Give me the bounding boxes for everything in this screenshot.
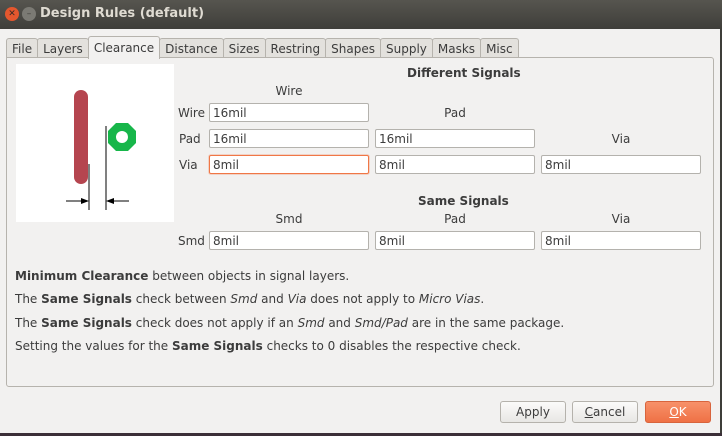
info-text: and [324,316,355,330]
col-header-pad: Pad [444,106,466,120]
info-text: Setting the values for the [15,339,172,353]
tab-supply[interactable]: Supply [379,38,433,59]
tab-restring[interactable]: Restring [264,38,327,59]
info-text: between objects in signal layers. [148,269,350,283]
ok-button[interactable]: OK [645,401,711,423]
info-text: checks to 0 disables the respective chec… [262,339,521,353]
via-shape [108,123,136,151]
clearance-diagram-icon [66,90,136,210]
info-text: The [15,316,42,330]
tab-distance[interactable]: Distance [159,38,224,59]
info-text: and [257,292,288,306]
tab-shapes[interactable]: Shapes [325,38,381,59]
tab-clearance[interactable]: Clearance [87,36,161,59]
row-label-pad: Pad [179,132,201,146]
different-signals-title: Different Signals [407,66,521,80]
info-italic: Smd [297,316,325,330]
col-header-wire: Wire [275,84,303,98]
same-signals-title: Same Signals [418,194,509,208]
tab-masks[interactable]: Masks [431,38,482,59]
info-text: does not apply to [306,292,419,306]
tab-bar: File Layers Clearance Distance Sizes Res… [6,36,519,59]
tab-layers[interactable]: Layers [37,38,89,59]
col-header-same-via: Via [611,212,631,226]
clearance-illustration [16,64,174,222]
info-bold: Minimum Clearance [15,269,149,283]
cancel-button[interactable]: Cancel [572,401,638,423]
title-bar: ✕ – Design Rules (default) [0,0,722,29]
row-label-wire: Wire [178,106,205,120]
info-line-1: Minimum Clearance between objects in sig… [15,269,349,283]
pad-pad-clearance-input[interactable] [375,129,535,148]
smd-pad-clearance-input[interactable] [375,231,535,250]
via-pad-clearance-input[interactable] [375,155,535,174]
minimize-window-icon[interactable]: – [22,7,36,21]
ok-mnemonic: O [669,405,679,419]
wire-wire-clearance-input[interactable] [209,103,369,122]
info-bold: Same Signals [41,316,132,330]
info-bold: Same Signals [41,292,132,306]
info-text: check between [131,292,231,306]
ok-label: K [678,405,687,419]
cancel-label: ancel [593,405,626,419]
tab-sizes[interactable]: Sizes [222,38,266,59]
col-header-same-pad: Pad [444,212,466,226]
smd-via-clearance-input[interactable] [541,231,701,250]
row-label-smd: Smd [178,234,205,248]
via-wire-clearance-input[interactable] [209,155,369,174]
close-window-icon[interactable]: ✕ [5,7,19,21]
info-text: check does not apply if an [131,316,298,330]
smd-smd-clearance-input[interactable] [209,231,369,250]
info-bold: Same Signals [171,339,263,353]
col-header-smd: Smd [275,212,303,226]
tab-file[interactable]: File [6,38,39,59]
info-text: The [15,292,42,306]
pad-wire-clearance-input[interactable] [209,129,369,148]
col-header-via: Via [611,132,631,146]
wire-shape [74,90,88,184]
info-italic: Micro Vias [418,292,481,306]
row-label-via: Via [179,158,198,172]
info-italic: Smd/Pad [354,316,408,330]
info-italic: Smd [230,292,258,306]
info-text: are in the same package. [407,316,565,330]
tab-misc[interactable]: Misc [480,38,519,59]
info-line-3: The Same Signals check does not apply if… [15,316,564,330]
info-text: . [480,292,485,306]
info-line-4: Setting the values for the Same Signals … [15,339,521,353]
info-line-2: The Same Signals check between Smd and V… [15,292,484,306]
apply-button[interactable]: Apply [500,401,566,423]
via-via-clearance-input[interactable] [541,155,701,174]
cancel-mnemonic: C [584,405,594,419]
info-italic: Via [287,292,307,306]
window-title: Design Rules (default) [40,6,205,21]
